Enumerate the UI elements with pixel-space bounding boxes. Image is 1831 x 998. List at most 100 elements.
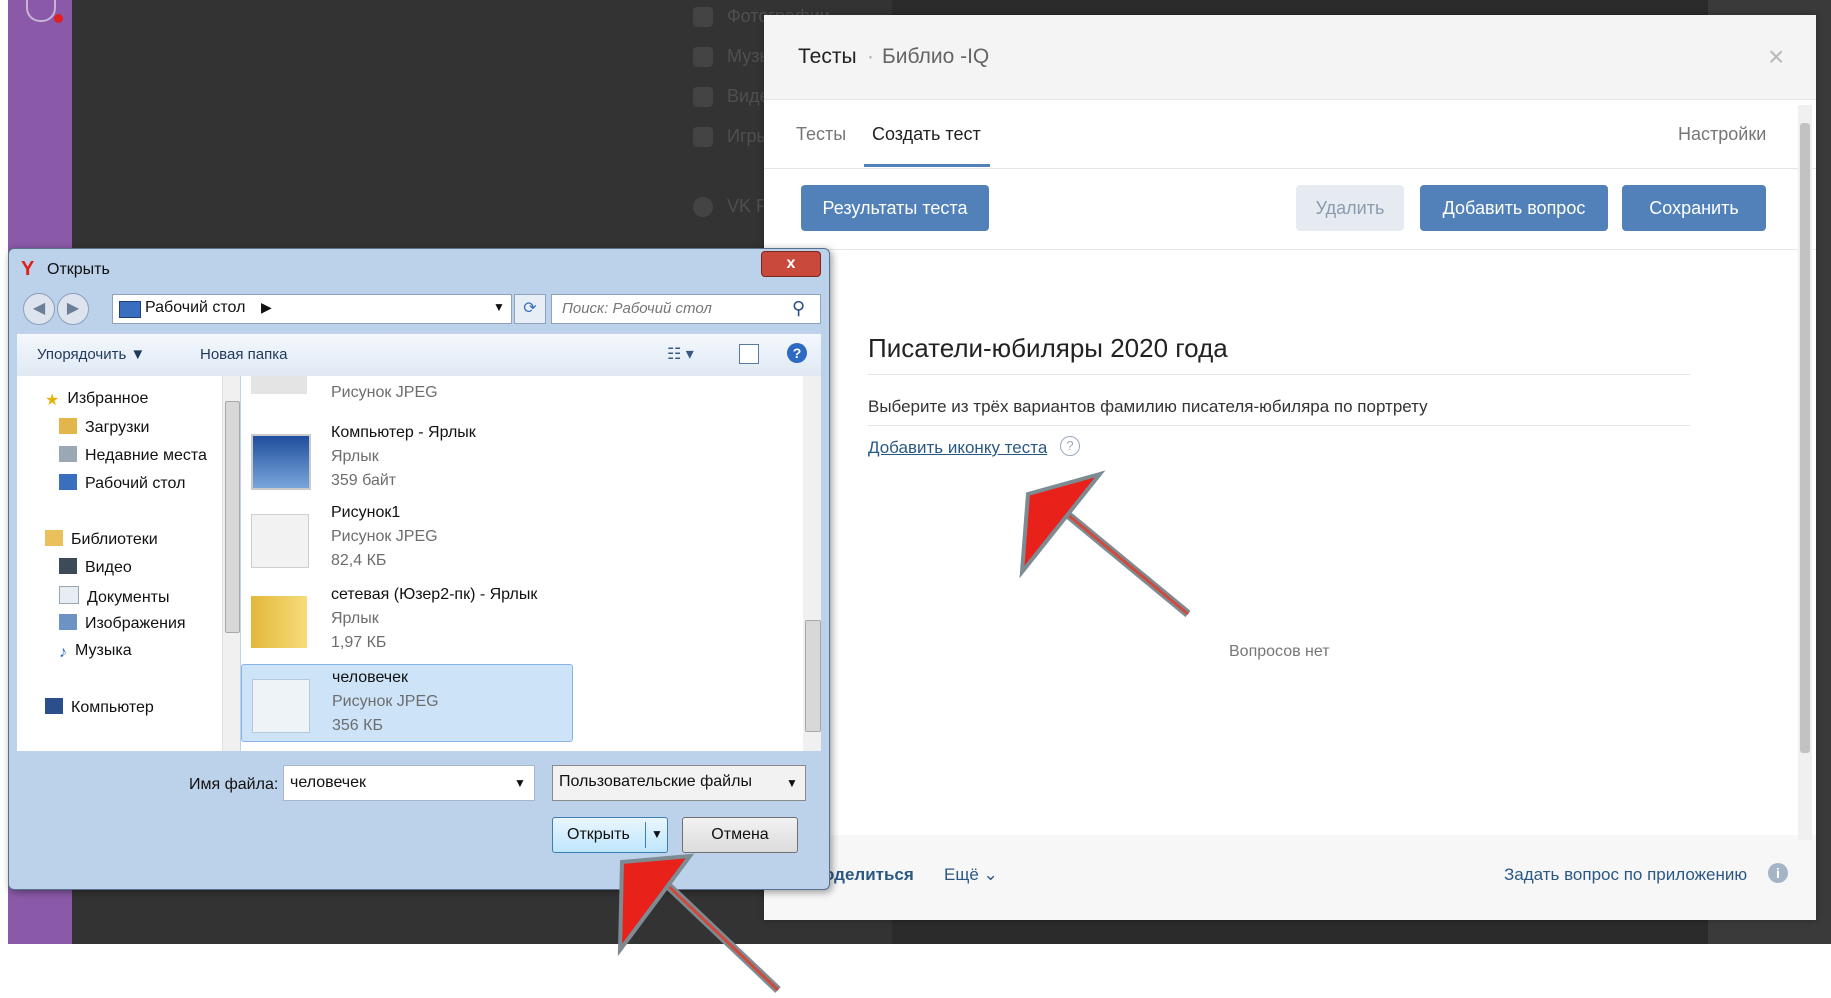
list-item[interactable]: сетевая (Юзер2-пк) - Ярлык Ярлык 1,97 КБ xyxy=(241,582,571,658)
file-size: 356 КБ xyxy=(332,717,383,734)
preview-pane-icon[interactable] xyxy=(739,344,759,364)
filetype-value: Пользовательские файлы xyxy=(559,773,752,790)
red-arrow-icon xyxy=(617,853,781,993)
chevron-down-icon[interactable]: ▼ xyxy=(786,776,798,790)
nav-item-libraries[interactable]: Библиотеки xyxy=(45,530,158,549)
video-icon xyxy=(59,558,77,574)
address-bar[interactable]: Рабочий стол ▶ ▼ xyxy=(112,294,512,324)
computer-icon xyxy=(45,698,63,714)
nav-item-downloads[interactable]: Загрузки xyxy=(59,418,149,437)
scrollbar-thumb[interactable] xyxy=(225,401,240,633)
modal-subtitle[interactable]: Библио -IQ xyxy=(882,45,989,69)
navigation-pane: ★ Избранное Загрузки Недавние места Рабоч… xyxy=(17,376,222,751)
help-icon[interactable]: ? xyxy=(1060,436,1080,456)
photo-icon xyxy=(693,7,713,28)
close-icon[interactable]: × xyxy=(1768,41,1784,73)
help-icon[interactable]: ? xyxy=(787,343,807,363)
filetype-select[interactable]: Пользовательские файлы ▼ xyxy=(552,765,806,801)
music-icon: ♪ xyxy=(59,644,67,661)
file-type: Ярлык xyxy=(331,448,379,465)
file-list-scrollbar[interactable] xyxy=(803,376,821,751)
file-list: 0 Рисунок JPEG Компьютер - Ярлык Ярлык 3… xyxy=(241,376,803,751)
breadcrumb-arrow-icon[interactable]: ▶ xyxy=(261,299,272,316)
organize-button[interactable]: Упорядочить ▼ xyxy=(37,346,145,363)
computer-shortcut-icon xyxy=(251,434,311,490)
forward-arrow-icon[interactable]: ▶ xyxy=(57,293,89,325)
file-name: Компьютер - Ярлык xyxy=(331,424,476,441)
back-arrow-icon[interactable]: ◀ xyxy=(23,293,55,325)
share-link[interactable]: оделиться xyxy=(824,865,914,885)
filename-input[interactable]: человечек ▼ xyxy=(283,765,535,801)
address-text[interactable]: Рабочий стол xyxy=(145,299,245,317)
jpeg-thumbnail-icon xyxy=(251,376,307,394)
vkpay-icon xyxy=(693,197,713,218)
nav-item-images[interactable]: Изображения xyxy=(59,614,186,633)
network-folder-shortcut-icon xyxy=(251,596,307,648)
bg-menu-item-games[interactable]: Игры xyxy=(693,126,769,148)
modal-scrollbar[interactable] xyxy=(1798,105,1812,840)
file-size: 82,4 КБ xyxy=(331,552,387,569)
search-input[interactable]: Поиск: Рабочий стол ⚲ xyxy=(551,294,821,324)
file-type: Рисунок JPEG xyxy=(331,384,438,401)
add-question-button[interactable]: Добавить вопрос xyxy=(1420,185,1608,231)
scrollbar-thumb[interactable] xyxy=(1800,123,1810,753)
test-title-field[interactable]: Писатели-юбиляры 2020 года xyxy=(868,333,1228,364)
scrollbar-thumb[interactable] xyxy=(805,620,821,732)
red-arrow-icon xyxy=(1019,470,1191,618)
test-description-field[interactable]: Выберите из трёх вариантов фамилию писат… xyxy=(868,397,1428,417)
file-name: человечек xyxy=(332,669,409,686)
nav-item-computer[interactable]: Компьютер xyxy=(45,698,154,717)
nav-item-favorites[interactable]: ★ Избранное xyxy=(45,390,148,409)
new-folder-button[interactable]: Новая папка xyxy=(200,346,287,363)
list-item[interactable]: Рисунок1 Рисунок JPEG 82,4 КБ xyxy=(241,500,571,576)
chevron-down-icon[interactable]: ▼ xyxy=(493,300,505,314)
nav-item-documents[interactable]: Документы xyxy=(59,586,169,607)
nav-scrollbar[interactable] xyxy=(222,376,240,751)
nav-item-recent[interactable]: Недавние места xyxy=(59,446,207,465)
more-menu-link[interactable]: Ещё ⌄ xyxy=(944,865,998,885)
list-item[interactable]: Компьютер - Ярлык Ярлык 359 байт xyxy=(241,420,571,496)
ask-question-link[interactable]: Задать вопрос по приложению xyxy=(1504,865,1747,885)
save-button[interactable]: Сохранить xyxy=(1622,185,1766,231)
active-tab-indicator xyxy=(864,164,990,167)
title-separator: · xyxy=(867,45,874,68)
tab-tests[interactable]: Тесты xyxy=(796,124,846,145)
refresh-icon[interactable]: ⟳ xyxy=(514,294,546,324)
music-icon xyxy=(693,47,713,68)
list-item-selected[interactable]: человечек Рисунок JPEG 356 КБ xyxy=(241,664,573,742)
tab-create-test[interactable]: Создать тест xyxy=(872,124,981,145)
chevron-down-icon[interactable]: ▼ xyxy=(514,776,526,790)
nav-item-music[interactable]: ♪ Музыка xyxy=(59,642,132,661)
file-name: сетевая (Юзер2-пк) - Ярлык xyxy=(331,586,538,603)
empty-state-text: Вопросов нет xyxy=(1229,643,1330,660)
video-icon xyxy=(693,87,713,108)
search-icon[interactable]: ⚲ xyxy=(792,298,805,319)
modal-footer: оделиться Ещё ⌄ Задать вопрос по приложе… xyxy=(764,835,1816,920)
desktop-icon xyxy=(59,474,77,490)
close-button[interactable]: x xyxy=(761,251,821,277)
tab-settings[interactable]: Настройки xyxy=(1678,124,1766,145)
divider xyxy=(868,374,1690,375)
view-options-icon[interactable]: ☷ ▾ xyxy=(667,344,694,364)
file-size: 359 байт xyxy=(331,472,397,489)
add-test-icon-link[interactable]: Добавить иконку теста xyxy=(868,438,1047,458)
search-placeholder: Поиск: Рабочий стол xyxy=(562,300,712,317)
documents-icon xyxy=(59,586,79,604)
modal-header: Тесты · Библио -IQ × xyxy=(764,15,1816,100)
notification-dot-icon xyxy=(54,14,63,23)
delete-button[interactable]: Удалить xyxy=(1296,185,1404,231)
filename-label: Имя файла: xyxy=(189,776,279,793)
info-icon[interactable]: i xyxy=(1768,863,1788,883)
divider xyxy=(868,425,1690,426)
results-button[interactable]: Результаты теста xyxy=(801,185,989,231)
nav-item-video[interactable]: Видео xyxy=(59,558,132,577)
libraries-icon xyxy=(45,530,63,546)
downloads-icon xyxy=(59,418,77,434)
filename-value[interactable]: человечек xyxy=(290,774,366,792)
jpeg-thumbnail-icon xyxy=(251,514,309,568)
nav-item-desktop[interactable]: Рабочий стол xyxy=(59,474,185,493)
file-type: Рисунок JPEG xyxy=(331,528,438,545)
games-icon xyxy=(693,127,713,148)
desktop-icon xyxy=(119,301,141,318)
modal-title: Тесты xyxy=(798,45,857,68)
